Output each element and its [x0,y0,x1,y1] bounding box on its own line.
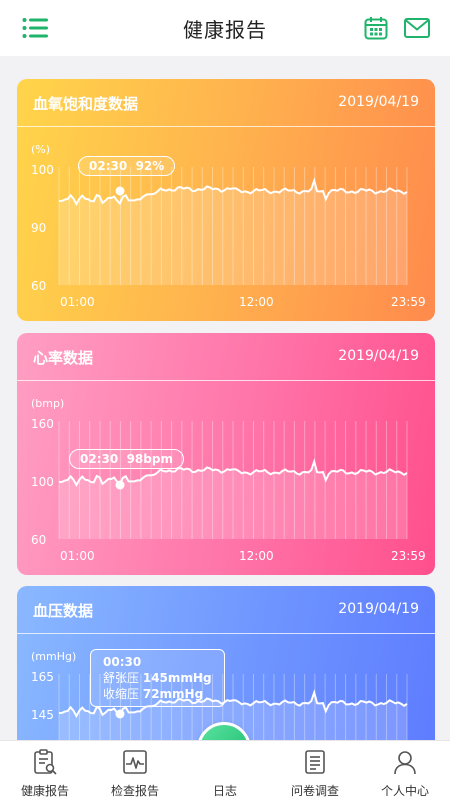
tooltip-value: 145mmHg [142,671,212,685]
spo2-chart [58,167,408,285]
tooltip-time: 02:30 [89,159,128,173]
bottom-tab-bar: 健康报告 检查报告 日志 问卷调查 个人中心 [0,740,450,800]
x-tick-label: 01:00 [60,295,95,309]
chart-tooltip: 00:30 舒张压 145mmHg 收缩压 72mmHg [90,649,225,707]
tab-label: 个人中心 [380,784,429,798]
selected-point [115,186,125,196]
x-tick-label: 23:59 [391,295,426,309]
calendar-icon[interactable] [364,16,388,40]
heart-rate-card[interactable]: 心率数据 2019/04/19 (bmp) 160 100 60 01:00 1… [17,333,435,575]
chart-tooltip: 02:30 98bpm [69,449,184,469]
x-tick-label: 12:00 [239,295,274,309]
app-header: 健康报告 [0,0,450,56]
x-tick-label: 23:59 [391,549,426,563]
selected-point [115,480,125,490]
user-icon [394,751,416,775]
chart-tooltip: 02:30 92% [78,156,176,176]
tooltip-time: 00:30 [103,655,142,669]
x-tick-label: 12:00 [239,549,274,563]
menu-icon[interactable] [22,17,48,39]
tab-label: 健康报告 [20,784,69,798]
tab-profile[interactable]: 个人中心 [360,741,450,800]
tooltip-label: 收缩压 [103,687,140,701]
tab-exam-report[interactable]: 检查报告 [90,741,180,800]
spo2-card[interactable]: 血氧饱和度数据 2019/04/19 (%) 100 90 60 01:00 1… [17,79,435,321]
x-tick-label: 01:00 [60,549,95,563]
series-area [59,180,407,285]
selected-point [115,709,125,719]
page-title: 健康报告 [183,17,267,42]
tab-label: 检查报告 [110,784,159,798]
report-clipboard-icon [34,749,57,775]
tooltip-time: 02:30 [80,452,119,466]
tab-log[interactable]: 日志 [180,741,270,800]
questionnaire-list-icon [305,750,325,774]
tooltip-label: 舒张压 [103,671,140,685]
tab-questionnaire[interactable]: 问卷调查 [270,741,360,800]
tooltip-value: 92% [135,159,165,173]
tooltip-value: 98bpm [126,452,173,466]
mail-icon[interactable] [404,18,430,38]
tab-health-report[interactable]: 健康报告 [0,741,90,800]
pulse-chart-icon [123,750,147,774]
tab-label: 日志 [212,784,237,798]
tab-label: 问卷调查 [290,784,339,798]
tooltip-value: 72mmHg [142,687,204,701]
